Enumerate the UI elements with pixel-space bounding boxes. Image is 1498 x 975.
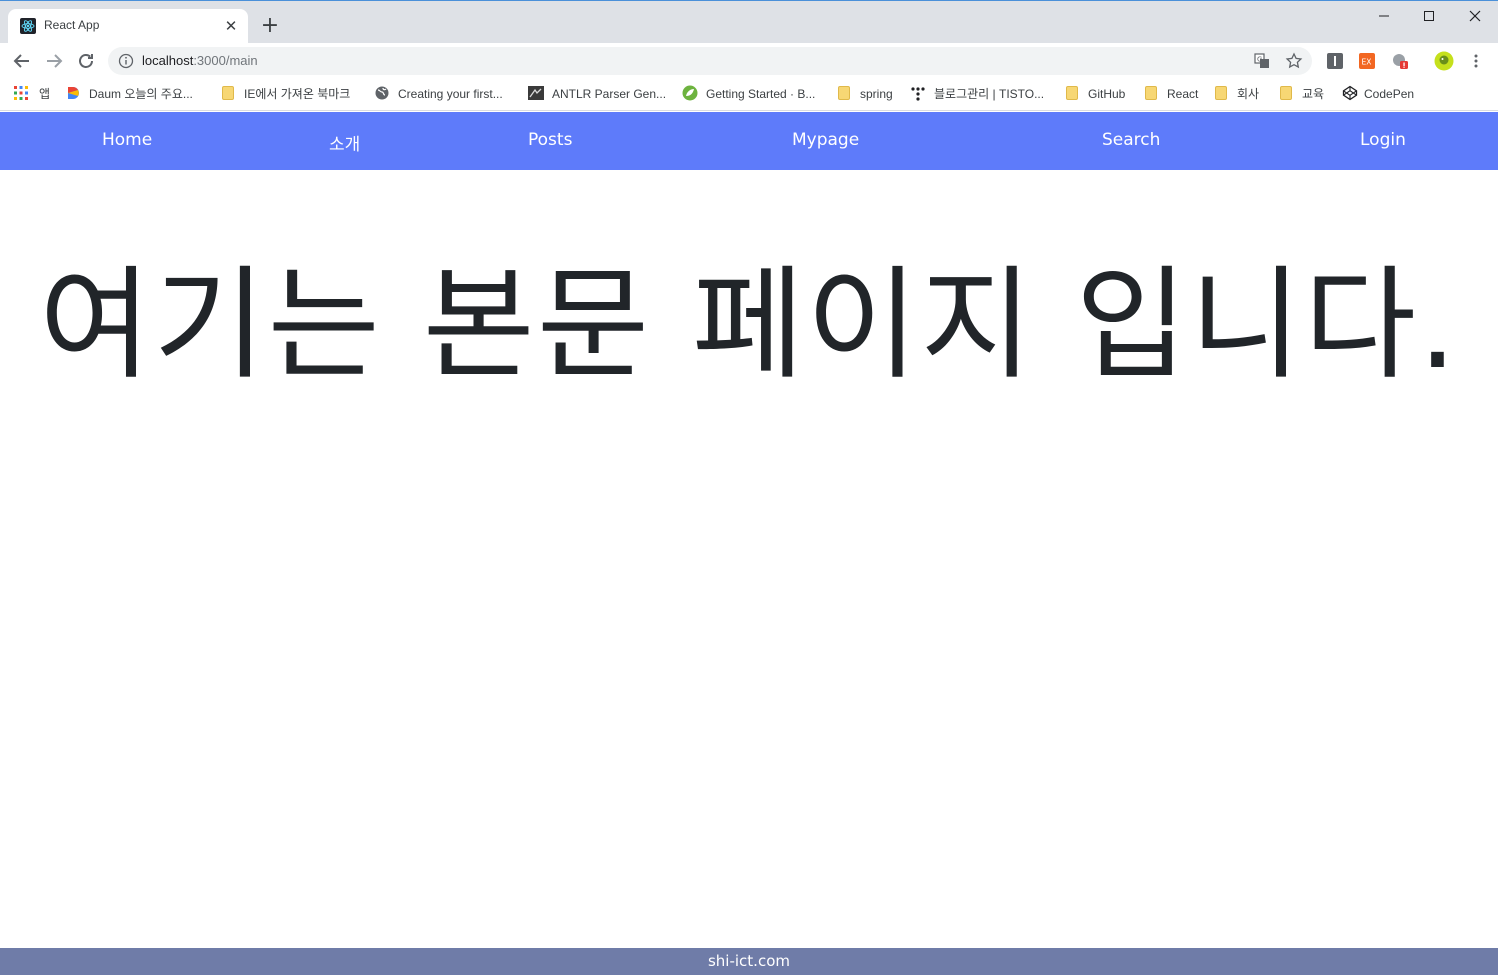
bookmark-spring-folder[interactable]: spring	[838, 85, 893, 103]
svg-text:EX: EX	[1362, 58, 1372, 67]
bookmark-tistory[interactable]: 블로그관리 | TISTO...	[910, 85, 1044, 103]
apps-grid-icon	[14, 86, 28, 100]
new-tab-icon[interactable]: +	[258, 14, 282, 38]
codepen-icon	[1342, 85, 1358, 101]
extension-shield-icon[interactable]	[1391, 52, 1409, 70]
folder-icon	[222, 86, 234, 100]
back-arrow-icon[interactable]	[10, 49, 34, 73]
nav-about-link[interactable]: 소개	[329, 130, 360, 155]
bookmark-ie-folder[interactable]: IE에서 가져온 북마크	[222, 85, 350, 103]
browser-tabstrip: React App ✕ +	[0, 0, 1498, 44]
bookmarks-bar: 앱 Daum 오늘의 주요... IE에서 가져온 북마크 Creating y…	[0, 79, 1498, 111]
bookmark-antlr[interactable]: ANTLR Parser Gen...	[528, 85, 666, 103]
bookmark-daum[interactable]: Daum 오늘의 주요...	[65, 85, 193, 103]
bookmark-apps[interactable]: 앱	[13, 85, 50, 103]
site-navbar: Home 소개 Posts Mypage Search Login	[0, 112, 1498, 170]
folder-icon	[838, 86, 850, 100]
bookmark-react-folder[interactable]: React	[1145, 85, 1198, 103]
translate-icon[interactable]: G	[1253, 52, 1271, 70]
forward-arrow-icon[interactable]	[42, 49, 66, 73]
folder-icon	[1215, 86, 1227, 100]
url-text[interactable]: localhost:3000/main	[142, 53, 258, 68]
bookmark-getting-started[interactable]: Getting Started · B...	[682, 85, 815, 103]
browser-menu-icon[interactable]	[1467, 52, 1485, 70]
react-icon	[20, 18, 36, 34]
nav-posts-link[interactable]: Posts	[528, 130, 572, 150]
site-info-icon[interactable]	[118, 53, 134, 69]
globe-icon	[375, 86, 389, 100]
nav-login-link[interactable]: Login	[1360, 130, 1406, 150]
antlr-icon	[528, 86, 544, 100]
extension-ex-icon[interactable]: EX	[1358, 52, 1376, 70]
minimize-icon[interactable]	[1372, 6, 1396, 26]
bookmark-codepen[interactable]: CodePen	[1342, 85, 1414, 103]
extension-info-icon[interactable]	[1326, 52, 1344, 70]
site-footer: shi-ict.com	[0, 948, 1498, 975]
tab-title: React App	[44, 18, 100, 32]
bookmark-education-folder[interactable]: 교육	[1280, 85, 1324, 103]
nav-home-link[interactable]: Home	[102, 130, 152, 150]
bookmark-github-folder[interactable]: GitHub	[1066, 85, 1125, 103]
folder-icon	[1066, 86, 1078, 100]
footer-text: shi-ict.com	[707, 952, 790, 970]
bookmark-company-folder[interactable]: 회사	[1215, 85, 1259, 103]
bookmark-creating[interactable]: Creating your first...	[374, 85, 503, 103]
nav-mypage-link[interactable]: Mypage	[792, 130, 859, 150]
profile-avatar-icon[interactable]	[1434, 51, 1454, 71]
window-close-icon[interactable]	[1463, 6, 1487, 26]
main-heading: 여기는 본문 페이지 입니다.	[39, 254, 1459, 396]
folder-icon	[1280, 86, 1292, 100]
folder-icon	[1145, 86, 1157, 100]
daum-icon	[68, 87, 79, 99]
nav-search-link[interactable]: Search	[1102, 130, 1160, 150]
tab-close-icon[interactable]: ✕	[222, 17, 240, 35]
tistory-icon	[911, 87, 925, 101]
spring-icon	[682, 85, 698, 101]
reload-icon[interactable]	[74, 49, 98, 73]
bookmark-star-icon[interactable]	[1285, 52, 1303, 70]
svg-text:G: G	[1257, 56, 1262, 64]
browser-tab[interactable]: React App ✕	[8, 9, 248, 44]
maximize-icon[interactable]	[1417, 6, 1441, 26]
address-bar[interactable]: localhost:3000/main G	[108, 47, 1312, 75]
browser-toolbar: localhost:3000/main G EX	[0, 43, 1498, 79]
